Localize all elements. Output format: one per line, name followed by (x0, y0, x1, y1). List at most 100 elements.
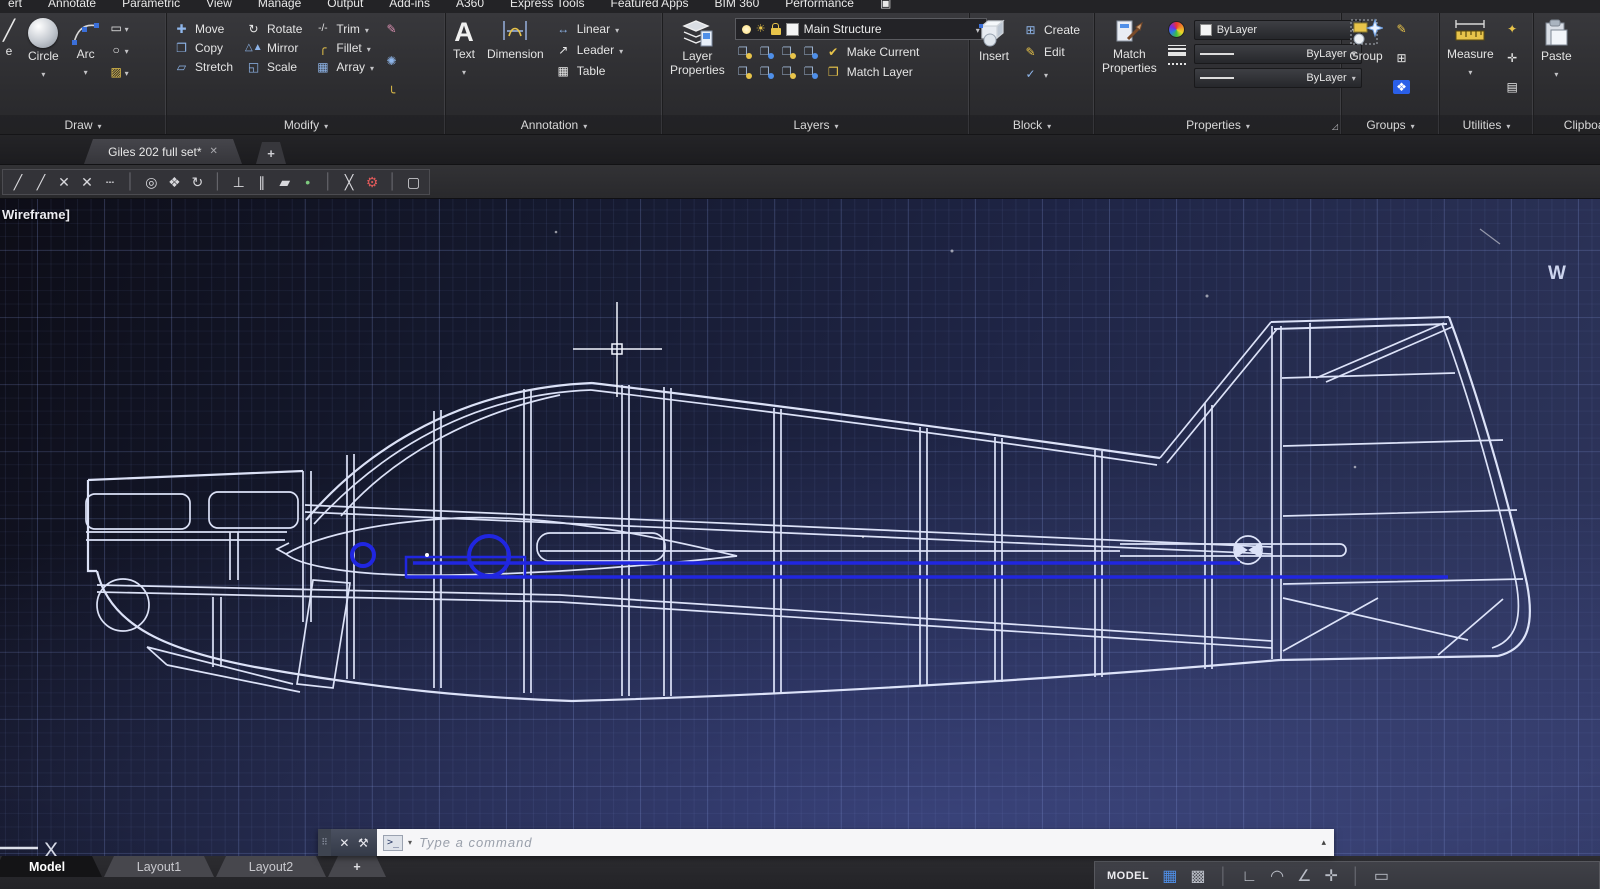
array-dropdown-caret[interactable] (370, 60, 374, 74)
dynamic-input-icon[interactable]: ▭ (1374, 867, 1389, 887)
tab-model[interactable]: Model (0, 856, 102, 877)
linetype-icon[interactable] (1168, 63, 1186, 65)
panel-title-properties[interactable]: Properties (1095, 115, 1341, 134)
measure-dropdown-caret[interactable] (1468, 64, 1472, 78)
tab-layout2[interactable]: Layout2 (216, 856, 326, 877)
drawing-canvas[interactable]: Wireframe] (0, 199, 1600, 856)
model-space-toggle[interactable]: MODEL (1107, 867, 1149, 882)
new-layout-button[interactable]: + (328, 856, 386, 877)
ribbon-tab-annotate[interactable]: Annotate (48, 0, 96, 13)
snap-apparent-intersection-icon[interactable]: ✕ (80, 173, 94, 191)
leader-button[interactable]: ↗Leader (553, 41, 625, 58)
isodraft-icon[interactable]: ∠ (1297, 867, 1311, 887)
panel-title-block[interactable]: Block (970, 115, 1094, 134)
quick-calc-icon[interactable]: ▤ (1504, 80, 1521, 94)
table-button[interactable]: ▦Table (553, 62, 625, 79)
ellipse-button[interactable]: ○ (108, 41, 129, 59)
hatch-button[interactable]: ▨ (108, 63, 129, 81)
panel-title-modify[interactable]: Modify (167, 115, 445, 134)
object-color-select[interactable]: ByLayer (1194, 20, 1362, 40)
join-icon[interactable]: ╰ (383, 86, 400, 100)
group-button[interactable]: Group (1344, 16, 1388, 66)
panel-title-annotation[interactable]: Annotation (446, 115, 662, 134)
object-snap-tracking-icon[interactable]: ✛ (1324, 867, 1337, 887)
block-attributes-caret[interactable] (1044, 67, 1048, 81)
stretch-button[interactable]: ▱Stretch (171, 58, 235, 75)
command-bar-drag-handle[interactable]: ⠿ (318, 829, 331, 856)
ribbon-tab-featured-apps[interactable]: Featured Apps (610, 0, 688, 13)
command-input[interactable] (417, 834, 1328, 851)
scale-button[interactable]: ◱Scale (243, 58, 304, 75)
quick-select-icon[interactable]: ✦ (1504, 22, 1521, 36)
snap-parallel-icon[interactable]: ∥ (255, 173, 269, 191)
match-layer-button[interactable]: ❐Match Layer (823, 63, 915, 80)
layer-color-swatch[interactable] (786, 23, 799, 36)
leader-dropdown-caret[interactable] (619, 43, 623, 57)
fillet-dropdown-caret[interactable] (367, 41, 371, 55)
recent-commands-caret[interactable]: ▾ (408, 838, 412, 847)
layer-unlock-icon[interactable] (771, 28, 781, 35)
mirror-button[interactable]: △▲Mirror (243, 39, 304, 56)
move-button[interactable]: ✚Move (171, 20, 235, 37)
command-close-icon[interactable]: ✕ (339, 836, 349, 850)
erase-icon[interactable]: ✎ (383, 22, 400, 36)
id-point-icon[interactable]: ✛ (1504, 51, 1521, 65)
snap-toggle-icon[interactable]: ▩ (1190, 867, 1205, 887)
panel-title-groups[interactable]: Groups (1342, 115, 1439, 134)
layer-lock-icon[interactable] (801, 45, 817, 59)
layer-thaw-icon[interactable]: ☀ (756, 24, 766, 35)
create-block-button[interactable]: ⊞Create (1020, 21, 1082, 38)
array-button[interactable]: ▦Array (312, 58, 376, 75)
linear-button[interactable]: ↔Linear (553, 20, 625, 37)
group-edit-icon[interactable]: ✎ (1393, 22, 1410, 36)
layer-freeze-icon[interactable] (757, 45, 773, 59)
ribbon-options-icon[interactable]: ▣ (880, 0, 891, 13)
snap-node-icon[interactable]: • (301, 173, 315, 191)
arc-button[interactable]: Arc (66, 16, 106, 80)
tab-layout1[interactable]: Layout1 (104, 856, 214, 877)
paste-button[interactable]: Paste (1536, 16, 1577, 82)
panel-title-layers[interactable]: Layers (663, 115, 969, 134)
text-dropdown-caret[interactable] (462, 64, 466, 78)
explode-icon[interactable]: ✺ (383, 54, 400, 68)
layer-properties-button[interactable]: Layer Properties (665, 16, 730, 80)
snap-nearest-icon[interactable]: ╳ (342, 173, 356, 191)
command-customize-wrench-icon[interactable]: ⚒ (358, 836, 369, 850)
ungroup-icon[interactable]: ⊞ (1393, 51, 1410, 65)
make-current-button[interactable]: ✔Make Current (823, 43, 922, 60)
layer-off-icon[interactable] (779, 45, 795, 59)
circle-button[interactable]: Circle (23, 16, 64, 82)
ribbon-tab-parametric[interactable]: Parametric (122, 0, 180, 13)
trim-button[interactable]: -/-Trim (312, 20, 376, 37)
fillet-button[interactable]: ╭Fillet (312, 39, 376, 56)
ribbon-tab-express-tools[interactable]: Express Tools (510, 0, 584, 13)
object-snap-toggle-icon[interactable]: ▢ (407, 173, 421, 191)
document-tab-active[interactable]: Giles 202 full set* ✕ (84, 139, 242, 164)
edit-block-button[interactable]: ✎Edit (1020, 43, 1082, 60)
paste-dropdown-caret[interactable] (1554, 66, 1558, 80)
panel-title-draw[interactable]: Draw (0, 115, 166, 134)
snap-insert-icon[interactable]: ▰ (278, 173, 292, 191)
linetype-select[interactable]: ByLayer (1194, 68, 1362, 88)
match-properties-button[interactable]: Match Properties (1097, 16, 1162, 78)
tab-close-icon[interactable]: ✕ (210, 146, 218, 157)
layer-isolate-icon[interactable] (735, 45, 751, 59)
circle-dropdown-caret[interactable] (41, 66, 45, 80)
command-history-up-icon[interactable]: ▴ (1321, 837, 1326, 848)
ortho-toggle-icon[interactable]: ∟ (1241, 867, 1257, 887)
ribbon-tab-insert[interactable]: ert (8, 0, 22, 13)
polar-tracking-icon[interactable]: ◠ (1270, 867, 1284, 887)
line-button[interactable]: ╱ e (2, 16, 21, 61)
grid-toggle-icon[interactable]: ▦ (1162, 867, 1177, 887)
layer-on-icon[interactable] (742, 25, 751, 34)
layer-thaw-all-icon[interactable] (757, 65, 773, 79)
text-button[interactable]: A Text (448, 16, 480, 80)
panel-title-clipboard[interactable]: Clipboard (1534, 115, 1600, 134)
lineweight-icon[interactable] (1168, 45, 1186, 56)
snap-center-icon[interactable]: ◎ (144, 173, 158, 191)
ribbon-tab-performance[interactable]: Performance (785, 0, 854, 13)
layer-unlock-all-icon[interactable] (801, 65, 817, 79)
panel-title-utilities[interactable]: Utilities (1440, 115, 1533, 134)
color-wheel-icon[interactable] (1168, 21, 1185, 38)
snap-quadrant-icon[interactable]: ❖ (167, 173, 181, 191)
